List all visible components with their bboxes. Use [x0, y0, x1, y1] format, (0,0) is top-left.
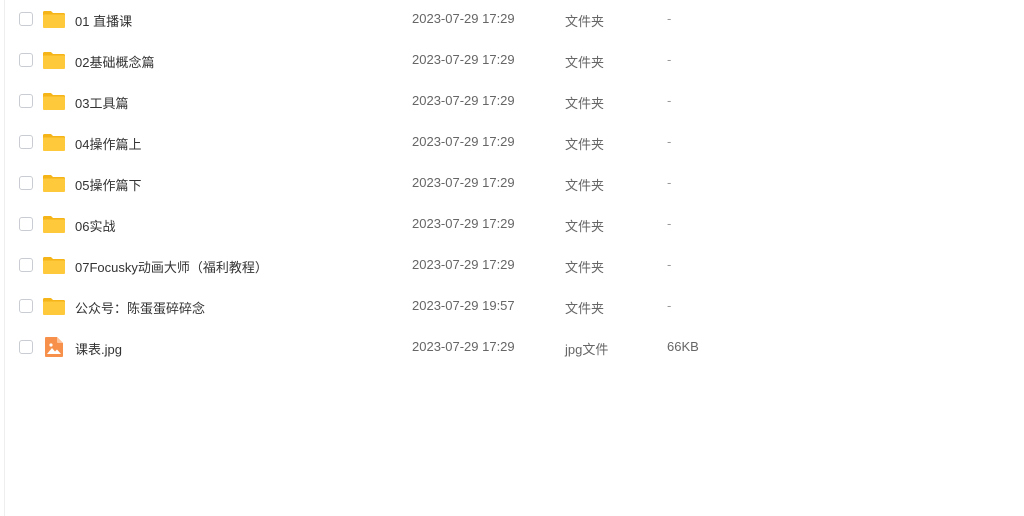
modified-date: 2023-07-29 17:29: [412, 339, 515, 354]
file-type: jpg文件: [565, 342, 609, 357]
row-checkbox[interactable]: [19, 135, 33, 149]
file-row[interactable]: 04操作篇上 2023-07-29 17:29 文件夹 -: [5, 123, 1024, 164]
row-checkbox[interactable]: [19, 258, 33, 272]
file-size: -: [667, 175, 672, 190]
file-size: -: [667, 298, 672, 313]
file-name[interactable]: 05操作篇下: [75, 175, 141, 194]
file-size: 66KB: [667, 339, 699, 354]
modified-date: 2023-07-29 17:29: [412, 52, 515, 67]
file-row[interactable]: 07Focusky动画大师（福利教程） 2023-07-29 17:29 文件夹…: [5, 246, 1024, 287]
file-row[interactable]: 02基础概念篇 2023-07-29 17:29 文件夹 -: [5, 41, 1024, 82]
modified-date: 2023-07-29 17:29: [412, 257, 515, 272]
folder-icon: [42, 294, 66, 318]
file-size: -: [667, 216, 672, 231]
modified-date: 2023-07-29 17:29: [412, 134, 515, 149]
modified-date: 2023-07-29 17:29: [412, 216, 515, 231]
file-type: 文件夹: [565, 178, 605, 193]
file-row[interactable]: 公众号：陈蛋蛋碎碎念 2023-07-29 19:57 文件夹 -: [5, 287, 1024, 328]
file-row[interactable]: 06实战 2023-07-29 17:29 文件夹 -: [5, 205, 1024, 246]
folder-icon: [42, 48, 66, 72]
file-size: -: [667, 134, 672, 149]
folder-icon: [42, 212, 66, 236]
row-checkbox[interactable]: [19, 340, 33, 354]
folder-icon: [42, 253, 66, 277]
modified-date: 2023-07-29 17:29: [412, 93, 515, 108]
row-checkbox[interactable]: [19, 12, 33, 26]
file-size: -: [667, 52, 672, 67]
file-type: 文件夹: [565, 260, 605, 275]
file-row[interactable]: 课表.jpg 2023-07-29 17:29 jpg文件 66KB: [5, 328, 1024, 369]
file-panel: 01 直播课 2023-07-29 17:29 文件夹 - 02基础概念篇 20…: [4, 0, 1024, 516]
row-checkbox[interactable]: [19, 217, 33, 231]
modified-date: 2023-07-29 19:57: [412, 298, 515, 313]
file-row[interactable]: 01 直播课 2023-07-29 17:29 文件夹 -: [5, 0, 1024, 41]
file-size: -: [667, 93, 672, 108]
file-name[interactable]: 01 直播课: [75, 11, 132, 30]
file-type: 文件夹: [565, 96, 605, 111]
row-checkbox[interactable]: [19, 94, 33, 108]
image-file-icon: [42, 335, 66, 359]
row-checkbox[interactable]: [19, 176, 33, 190]
file-type: 文件夹: [565, 219, 605, 234]
file-name[interactable]: 07Focusky动画大师（福利教程）: [75, 257, 268, 276]
folder-icon: [42, 130, 66, 154]
file-list: 01 直播课 2023-07-29 17:29 文件夹 - 02基础概念篇 20…: [5, 0, 1024, 369]
file-size: -: [667, 11, 672, 26]
file-name[interactable]: 06实战: [75, 216, 115, 235]
file-name[interactable]: 03工具篇: [75, 93, 128, 112]
row-checkbox[interactable]: [19, 53, 33, 67]
folder-icon: [42, 171, 66, 195]
file-name[interactable]: 公众号：陈蛋蛋碎碎念: [75, 298, 205, 317]
row-checkbox[interactable]: [19, 299, 33, 313]
modified-date: 2023-07-29 17:29: [412, 11, 515, 26]
modified-date: 2023-07-29 17:29: [412, 175, 515, 190]
file-type: 文件夹: [565, 301, 605, 316]
file-name[interactable]: 04操作篇上: [75, 134, 141, 153]
file-type: 文件夹: [565, 14, 605, 29]
folder-icon: [42, 7, 66, 31]
folder-icon: [42, 89, 66, 113]
file-type: 文件夹: [565, 55, 605, 70]
file-row[interactable]: 05操作篇下 2023-07-29 17:29 文件夹 -: [5, 164, 1024, 205]
file-name[interactable]: 02基础概念篇: [75, 52, 154, 71]
file-name[interactable]: 课表.jpg: [75, 339, 122, 358]
file-row[interactable]: 03工具篇 2023-07-29 17:29 文件夹 -: [5, 82, 1024, 123]
file-type: 文件夹: [565, 137, 605, 152]
file-size: -: [667, 257, 672, 272]
